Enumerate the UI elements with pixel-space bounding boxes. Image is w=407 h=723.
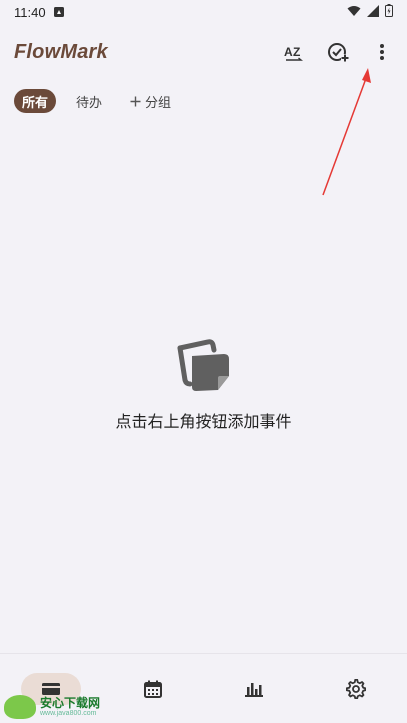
tab-todo[interactable]: 待办 xyxy=(68,89,110,113)
watermark-logo xyxy=(4,695,36,719)
filter-tabs: 所有 待办 分组 xyxy=(14,88,179,114)
battery-icon xyxy=(385,4,393,20)
status-time: 11:40 xyxy=(14,4,46,20)
add-group-label: 分组 xyxy=(145,94,172,110)
card-list-icon xyxy=(41,682,60,695)
gear-icon xyxy=(346,678,367,699)
svg-text:Z: Z xyxy=(293,45,300,59)
add-todo-button[interactable] xyxy=(325,39,351,65)
watermark: 安心下载网 www.java800.com xyxy=(4,695,100,719)
more-options-button[interactable] xyxy=(369,39,395,65)
tab-todo-label: 待办 xyxy=(76,94,103,110)
wifi-icon xyxy=(347,5,361,20)
notification-icon xyxy=(53,5,64,20)
calendar-icon xyxy=(143,680,162,698)
more-vert-icon xyxy=(380,44,384,60)
nav-item-settings[interactable] xyxy=(326,673,386,705)
tab-all[interactable]: 所有 xyxy=(14,89,57,113)
app-title: FlowMark xyxy=(14,40,108,63)
status-bar: 11:40 xyxy=(0,0,407,24)
sort-az-icon: A Z xyxy=(284,45,303,61)
empty-message: 点击右上角按钮添加事件 xyxy=(115,414,292,431)
sort-az-button[interactable]: A Z xyxy=(281,39,307,65)
plus-icon xyxy=(130,96,141,106)
empty-state: 点击右上角按钮添加事件 xyxy=(0,338,407,432)
svg-text:A: A xyxy=(284,45,293,59)
notes-icon xyxy=(177,339,229,391)
watermark-url: www.java800.com xyxy=(40,709,97,717)
nav-item-calendar[interactable] xyxy=(123,673,183,705)
watermark-title: 安心下载网 xyxy=(40,695,101,710)
bar-chart-icon xyxy=(245,682,264,697)
annotation-arrow xyxy=(322,68,371,196)
check-add-icon xyxy=(328,43,349,62)
add-group-button[interactable]: 分组 xyxy=(122,89,179,113)
nav-item-stats[interactable] xyxy=(224,673,284,705)
app-bar: FlowMark A Z xyxy=(0,28,407,76)
signal-icon xyxy=(367,4,379,20)
tab-all-label: 所有 xyxy=(22,94,49,110)
app-actions: A Z xyxy=(281,39,395,65)
